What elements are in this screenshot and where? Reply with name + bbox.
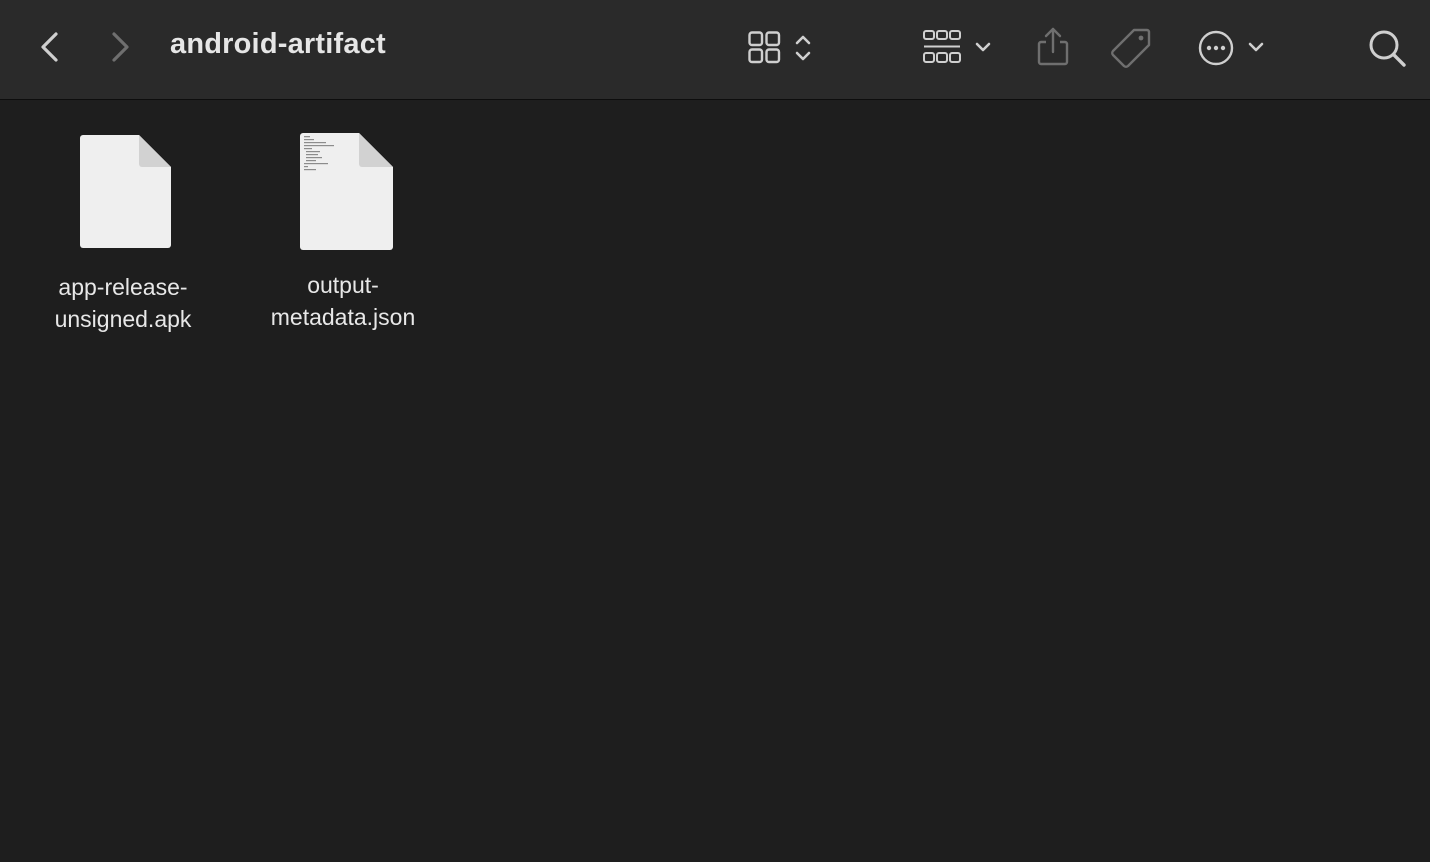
share-icon <box>1037 27 1069 66</box>
chevron-right-icon <box>112 32 129 62</box>
chevron-left-icon <box>41 32 58 62</box>
back-button[interactable] <box>30 27 70 67</box>
file-name: output- metadata.json <box>270 272 416 330</box>
generic-document-icon <box>73 131 173 261</box>
group-by-button[interactable] <box>918 27 996 69</box>
ellipsis-circle-icon <box>1198 30 1264 66</box>
tag-icon <box>1111 28 1151 68</box>
forward-button[interactable] <box>100 27 140 67</box>
search-button[interactable] <box>1364 25 1410 71</box>
text-document-icon <box>293 129 393 259</box>
file-item[interactable]: app-release- unsigned.apk <box>23 131 223 335</box>
window-title: android-artifact <box>170 28 386 60</box>
file-item[interactable]: output- metadata.json <box>243 129 443 333</box>
file-name: app-release- unsigned.apk <box>54 274 192 332</box>
tag-button[interactable] <box>1108 25 1154 71</box>
finder-window: android-artifact app-release- unsigned.a… <box>0 0 1430 862</box>
toolbar: android-artifact <box>0 0 1430 100</box>
group-by-icon <box>923 30 991 63</box>
file-grid: app-release- unsigned.apk output- metada… <box>0 101 1430 862</box>
search-icon <box>1369 30 1406 67</box>
share-button[interactable] <box>1032 25 1074 69</box>
view-mode-button[interactable] <box>744 27 822 69</box>
icon-grid-view-icon <box>748 31 811 64</box>
more-actions-button[interactable] <box>1194 27 1272 69</box>
